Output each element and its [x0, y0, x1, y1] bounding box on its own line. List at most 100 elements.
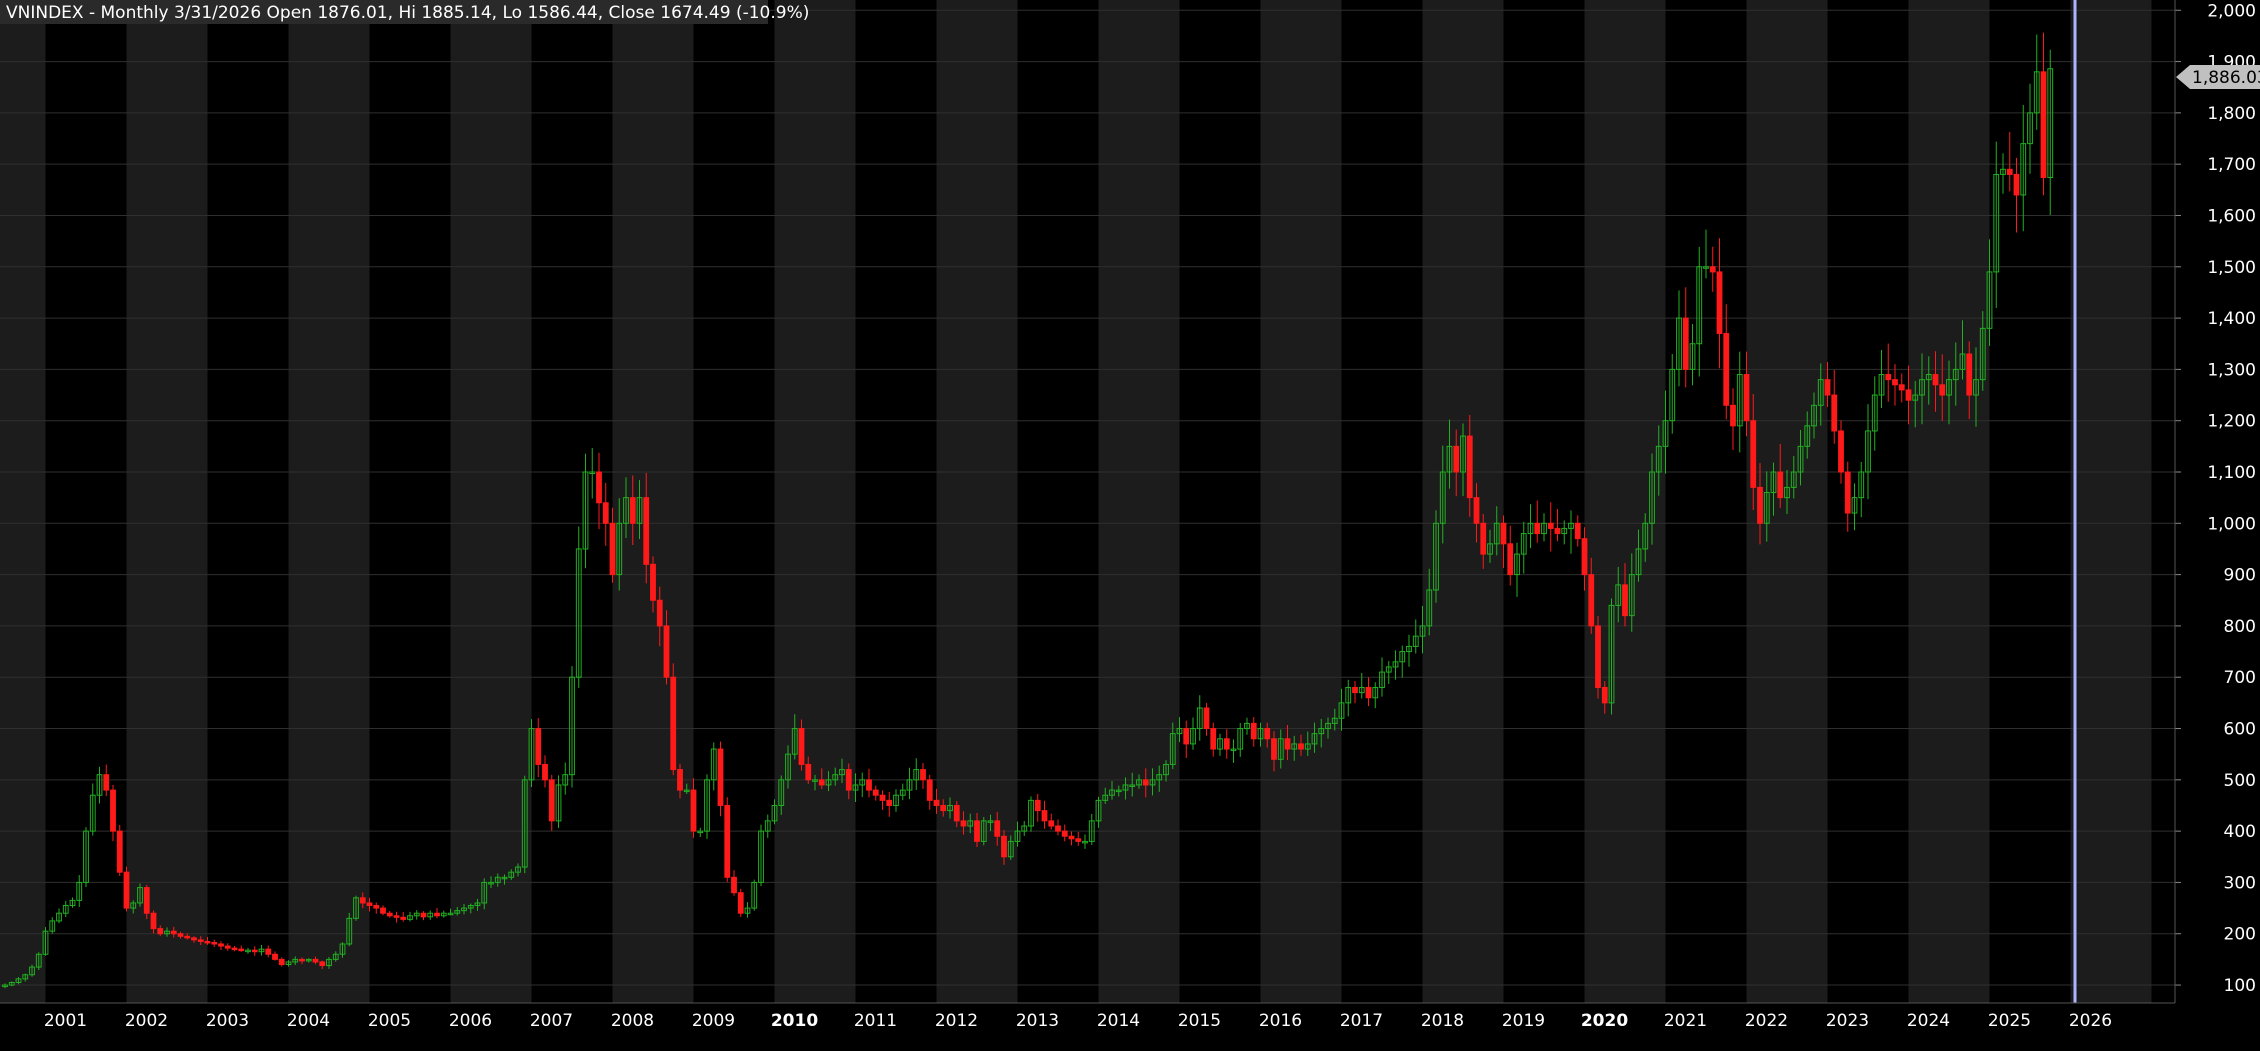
candle-down	[542, 763, 548, 781]
candle-down	[366, 902, 373, 907]
year-band	[1422, 0, 1504, 1003]
x-tick-label: 2001	[44, 1011, 87, 1031]
candle-down	[1730, 404, 1736, 427]
x-tick-label: 2006	[449, 1011, 492, 1031]
candle-down	[879, 794, 886, 801]
candle-down	[386, 912, 393, 917]
candle-down	[265, 948, 272, 955]
candle-down	[974, 820, 980, 842]
year-band	[288, 0, 370, 1003]
candle-down	[1068, 835, 1075, 840]
candle-down	[224, 945, 231, 949]
candle-down	[1601, 686, 1608, 704]
candle-down	[650, 563, 656, 601]
x-tick-label: 2011	[854, 1011, 897, 1031]
candle-down	[1716, 271, 1723, 334]
candle-down	[373, 905, 380, 909]
candle-down	[1223, 738, 1230, 750]
candle-down	[1757, 486, 1763, 524]
year-band	[0, 0, 46, 1003]
candle-down	[299, 958, 305, 962]
candle-down	[1723, 332, 1730, 406]
candle-down	[717, 748, 724, 806]
y-axis: 2,0001,9001,8001,7001,6001,5001,4001,300…	[2174, 0, 2256, 1003]
candle-down	[1824, 379, 1831, 396]
candle-down	[1284, 738, 1291, 750]
y-tick-label: 2,000	[2207, 1, 2256, 21]
y-tick-label: 800	[2224, 617, 2256, 637]
y-tick-label: 600	[2224, 720, 2256, 740]
candle-down	[629, 497, 636, 524]
y-tick-label: 1,700	[2207, 155, 2256, 175]
year-band	[1260, 0, 1342, 1003]
candle-down	[1055, 825, 1061, 832]
y-tick-label: 1,300	[2207, 360, 2256, 380]
x-tick-label: 2022	[1745, 1011, 1788, 1031]
candle-down	[609, 522, 616, 576]
candlestick-chart: 2,0001,9001,8001,7001,6001,5001,4001,300…	[0, 0, 2260, 1031]
year-band	[774, 0, 856, 1003]
candle-down	[872, 789, 879, 796]
candle-down	[191, 937, 197, 941]
candle-down	[123, 871, 130, 909]
year-band	[1665, 0, 1747, 1003]
candle-down	[1622, 584, 1628, 617]
candle-down	[656, 599, 663, 627]
candle-down	[818, 779, 825, 786]
candle-down	[238, 948, 245, 952]
year-band	[207, 0, 289, 1003]
x-tick-label: 2017	[1340, 1011, 1383, 1031]
year-band	[855, 0, 937, 1003]
chart-area: 2,000 1,900 1,800 1,700 1,600 1,500 1,400 1,300…	[0, 0, 2260, 1047]
candle-down	[211, 941, 218, 945]
candle-down	[866, 779, 872, 791]
candle-down	[218, 943, 224, 947]
candle-down	[737, 892, 744, 914]
y-tick-label: 1,100	[2207, 463, 2256, 483]
y-tick-label: 1,600	[2207, 206, 2256, 226]
y-tick-label: 400	[2224, 822, 2256, 842]
candle-down	[1966, 353, 1973, 396]
x-tick-label: 2003	[206, 1011, 249, 1031]
candle-down	[1554, 527, 1561, 535]
year-band	[1341, 0, 1423, 1003]
x-tick-label: 2015	[1178, 1011, 1221, 1031]
last-price-marker: 1,886.03	[2176, 65, 2260, 89]
candle-down	[845, 769, 852, 791]
candle-down	[798, 728, 805, 765]
candle-down	[1203, 707, 1210, 730]
candle-down	[953, 804, 960, 822]
x-tick-label: 2009	[692, 1011, 735, 1031]
candle-down	[670, 676, 677, 771]
candle-down	[359, 897, 366, 904]
candle-down	[994, 820, 1001, 837]
candle-down	[1588, 574, 1595, 627]
candle-down	[312, 958, 319, 963]
x-tick-label: 2025	[1988, 1011, 2031, 1031]
year-band	[1503, 0, 1585, 1003]
y-tick-label: 700	[2224, 668, 2256, 688]
candle-down	[319, 961, 326, 967]
candle-down	[1574, 522, 1581, 540]
x-tick-label: 2016	[1259, 1011, 1302, 1031]
candle-down	[197, 939, 204, 942]
year-band	[1098, 0, 1180, 1003]
y-tick-label: 900	[2224, 566, 2256, 586]
candle-down	[1041, 810, 1048, 822]
year-band	[2070, 0, 2152, 1003]
candle-down	[1507, 543, 1514, 576]
y-tick-label: 1,800	[2207, 104, 2256, 124]
candle-down	[690, 789, 697, 832]
candle-down	[1682, 317, 1689, 370]
candle-down	[231, 947, 238, 951]
chart-title: VNINDEX - Monthly 3/31/2026 Open 1876.01…	[6, 3, 809, 23]
candle-down	[731, 876, 737, 894]
candle-down	[272, 953, 278, 960]
y-tick-label: 1,400	[2207, 309, 2256, 329]
year-band	[693, 0, 775, 1003]
candle-down	[1001, 835, 1007, 858]
candle-down	[1534, 522, 1541, 535]
candle-down	[434, 912, 440, 917]
candle-down	[420, 912, 427, 918]
candle-down	[1473, 497, 1480, 524]
